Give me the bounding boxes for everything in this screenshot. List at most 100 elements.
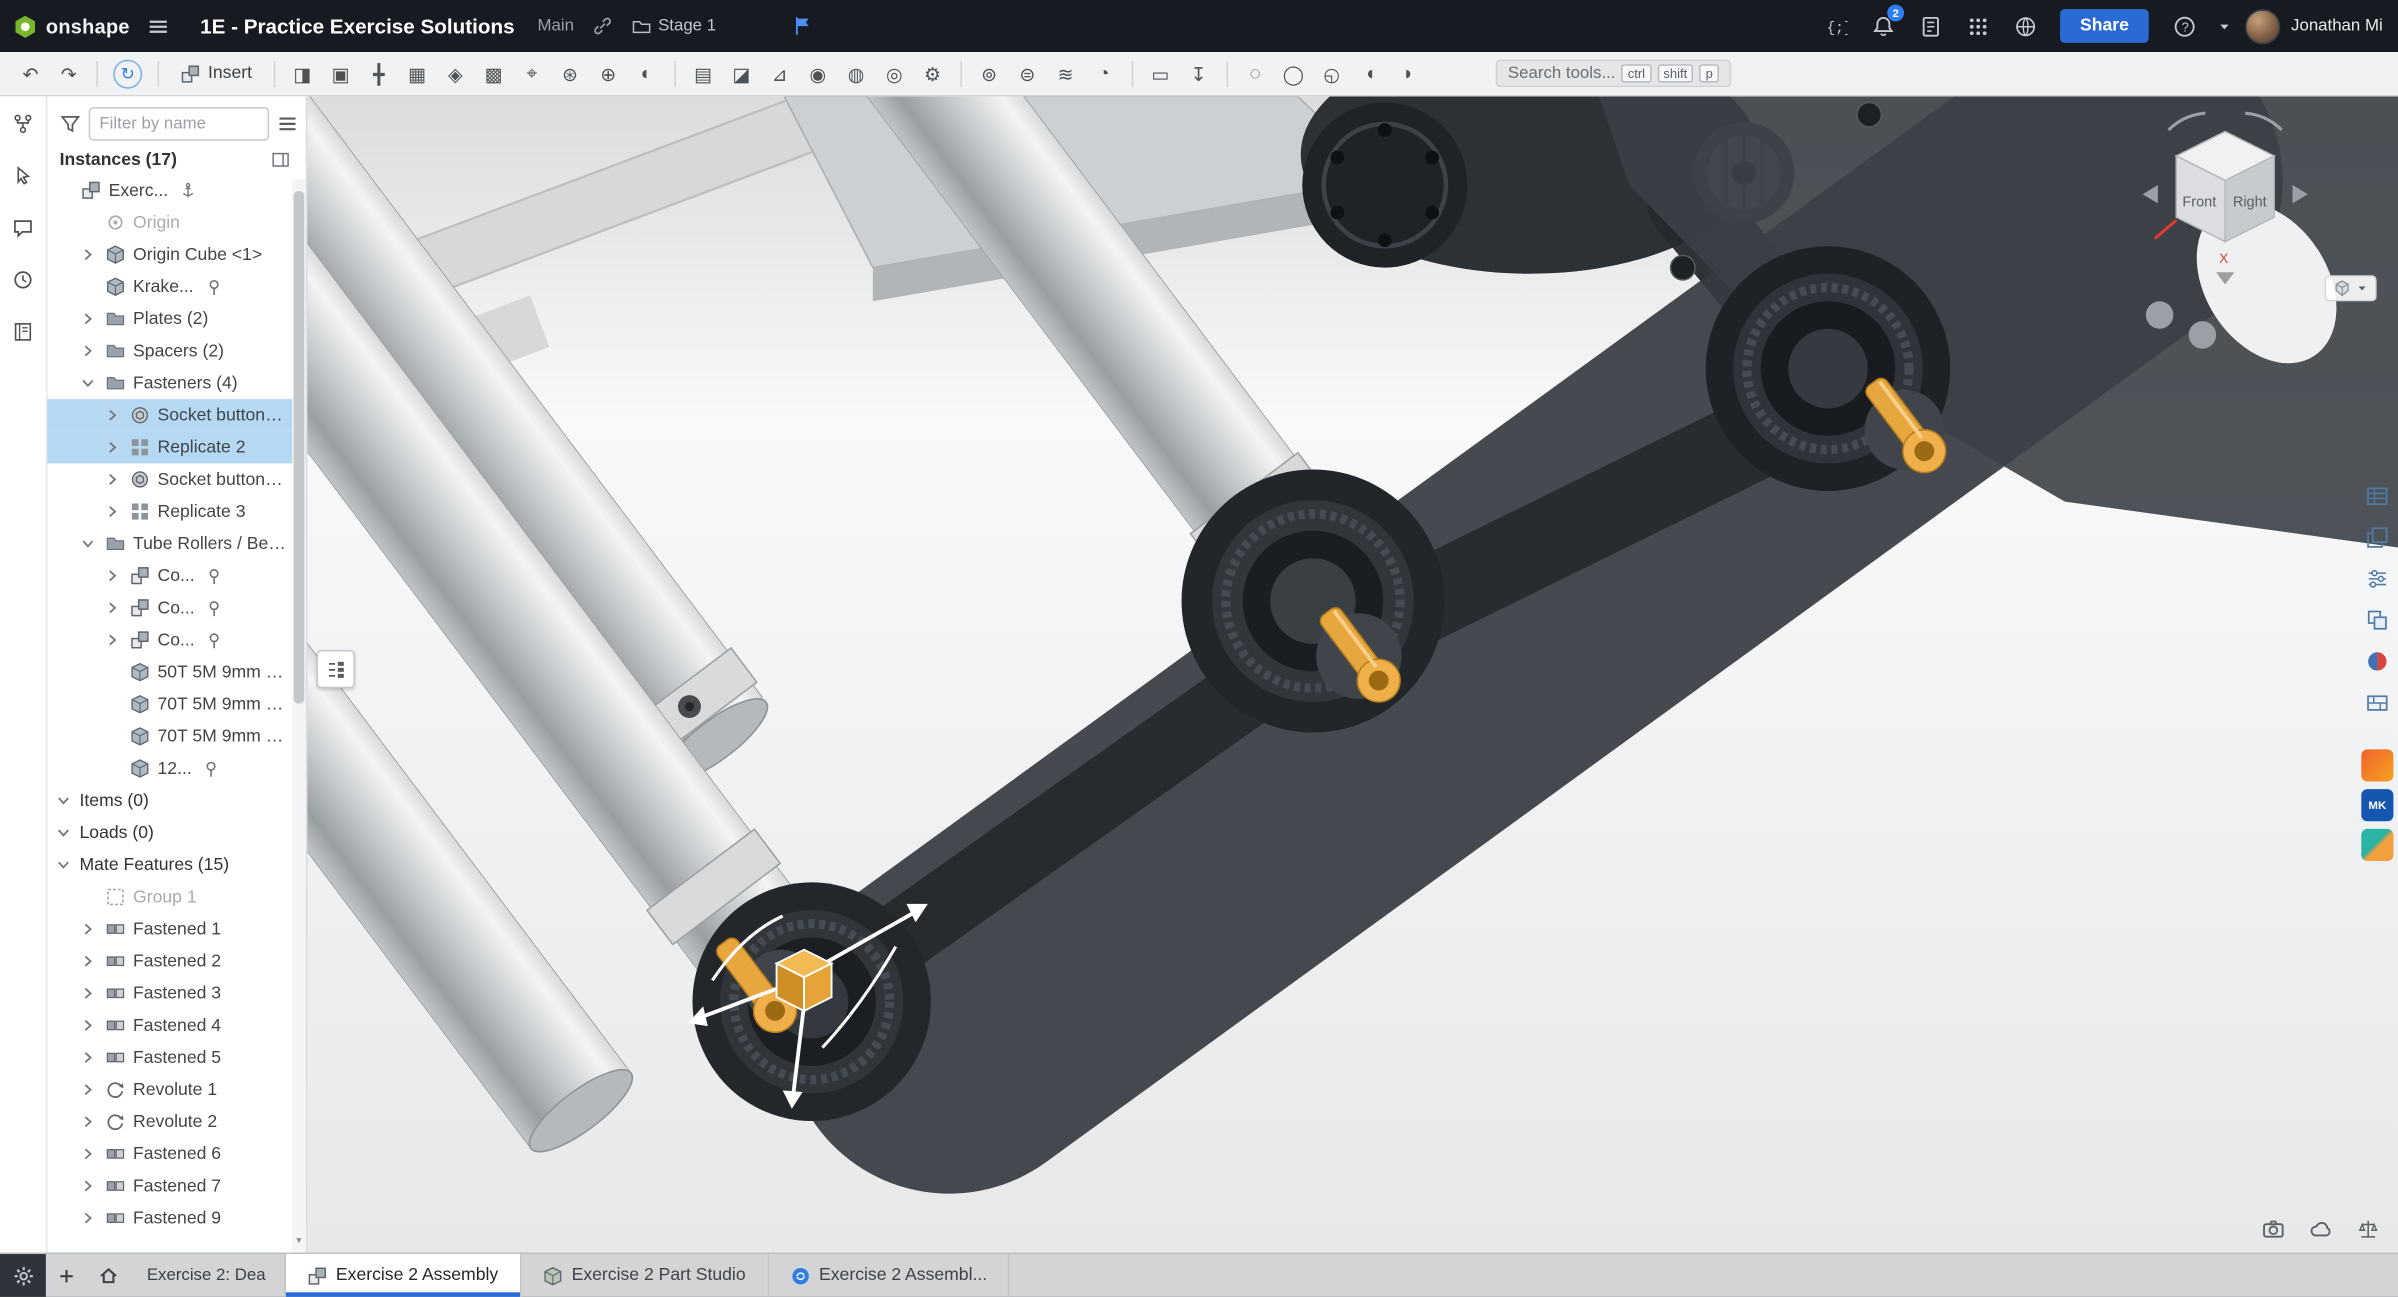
app-icon-gradient[interactable] — [2361, 829, 2393, 861]
chevron-right-icon[interactable] — [78, 1049, 98, 1066]
cloud-render-icon[interactable] — [2305, 1213, 2336, 1244]
onshape-logo[interactable]: onshape — [12, 13, 130, 39]
chevron-right-icon[interactable] — [102, 439, 122, 456]
tree-item-plates-2[interactable]: Plates (2) — [47, 303, 305, 335]
chevron-right-icon[interactable] — [78, 953, 98, 970]
tree-item-fastened-2[interactable]: Fastened 2 — [47, 945, 305, 977]
pulley-middle[interactable] — [1182, 470, 1445, 733]
chevron-right-icon[interactable] — [78, 1081, 98, 1098]
drawing-icon[interactable]: ▭ — [1142, 57, 1179, 91]
history-panel-icon[interactable] — [6, 265, 40, 296]
tree-item-fastened-9[interactable]: Fastened 9 — [47, 1202, 305, 1234]
tab-exercise-2-assembly[interactable]: Exercise 2 Assembly — [285, 1254, 521, 1297]
tree-item-mate-features-15[interactable]: Mate Features (15) — [47, 849, 305, 881]
tree-item-group-1[interactable]: Group 1 — [47, 881, 305, 913]
chevron-down-icon[interactable] — [54, 824, 74, 841]
rack-mate-icon[interactable]: ≋ — [1047, 57, 1084, 91]
assembly-canvas[interactable] — [307, 96, 2398, 1252]
add-tab-button[interactable] — [46, 1254, 87, 1297]
tree-item-socket-button-h[interactable]: Socket button h... — [47, 463, 305, 495]
configurations-icon[interactable]: ⚙ — [914, 57, 951, 91]
help-icon[interactable]: ? — [2166, 8, 2203, 45]
mate-connector-icon[interactable]: ╋ — [361, 57, 398, 91]
material-panel-icon[interactable] — [2360, 685, 2395, 719]
chevron-right-icon[interactable] — [78, 343, 98, 360]
chevron-right-icon[interactable] — [78, 1145, 98, 1162]
follow-flag-icon[interactable] — [785, 8, 822, 45]
tree-item-co[interactable]: Co... — [47, 624, 305, 656]
tree-item-origin-cube-1[interactable]: Origin Cube <1> — [47, 239, 305, 271]
tree-item-revolute-2[interactable]: Revolute 2 — [47, 1106, 305, 1138]
copies-panel-icon[interactable] — [2360, 520, 2395, 554]
export-icon[interactable]: ↧ — [1180, 57, 1217, 91]
rotate-right-arrow[interactable] — [2292, 185, 2307, 203]
orbit-ccw-arrow[interactable] — [2169, 113, 2206, 130]
chevron-right-icon[interactable] — [102, 567, 122, 584]
chevron-down-icon[interactable] — [78, 535, 98, 552]
tree-item-revolute-1[interactable]: Revolute 1 — [47, 1074, 305, 1106]
tree-item-fastened-3[interactable]: Fastened 3 — [47, 977, 305, 1009]
tree-item-50t-5m-9mm-w[interactable]: 50T 5M 9mm W... — [47, 656, 305, 688]
bom-panel-icon[interactable] — [2360, 479, 2395, 513]
release-notes-icon[interactable] — [1912, 8, 1949, 45]
chevron-right-icon[interactable] — [102, 632, 122, 649]
orbit-tool-icon[interactable]: ◵ — [1313, 57, 1350, 91]
filter-icon[interactable] — [60, 113, 81, 134]
redo-icon[interactable]: ↷ — [50, 57, 87, 91]
chevron-down-icon[interactable] — [54, 792, 74, 809]
cam-mate-icon[interactable]: ◔ — [1085, 57, 1122, 91]
tree-item-co[interactable]: Co... — [47, 560, 305, 592]
tree-item-fasteners-4[interactable]: Fasteners (4) — [47, 367, 305, 399]
filter-input[interactable] — [89, 107, 269, 141]
share-button[interactable]: Share — [2060, 9, 2149, 43]
branch-label[interactable]: Main — [537, 17, 573, 35]
measure-icon[interactable]: ⊿ — [761, 57, 798, 91]
named-views-panel-icon[interactable] — [2360, 603, 2395, 637]
circular-pattern-icon[interactable]: ◈ — [437, 57, 474, 91]
explode-view-icon[interactable]: ⊛ — [552, 57, 589, 91]
configuration-panel-icon[interactable] — [2360, 561, 2395, 595]
chevron-right-icon[interactable] — [78, 1017, 98, 1034]
tree-item-socket-button-h[interactable]: Socket button h... — [47, 399, 305, 431]
tree-item-exerc[interactable]: Exerc... — [47, 174, 305, 206]
home-tab-button[interactable] — [87, 1254, 128, 1297]
chevron-right-icon[interactable] — [102, 600, 122, 617]
chevron-right-icon[interactable] — [102, 503, 122, 520]
assembly-structure-button[interactable] — [317, 650, 355, 688]
view-cube-widget[interactable]: Front Right X — [2135, 109, 2377, 305]
tree-item-fastened-4[interactable]: Fastened 4 — [47, 1009, 305, 1041]
chevron-down-icon[interactable] — [78, 375, 98, 392]
help-menu-caret-icon[interactable] — [2213, 8, 2234, 45]
chevron-right-icon[interactable] — [78, 1210, 98, 1227]
replicate-icon[interactable]: ▩ — [475, 57, 512, 91]
featurescript-icon[interactable]: {;} — [1817, 8, 1854, 45]
spotlight-icon[interactable]: ◌ — [1237, 57, 1274, 91]
tab-exercise-2-assembl[interactable]: Exercise 2 Assembl... — [769, 1254, 1011, 1297]
tree-item-fastened-7[interactable]: Fastened 7 — [47, 1170, 305, 1202]
search-tools[interactable]: Search tools... ctrl shift p — [1496, 60, 1732, 88]
tree-item-items-0[interactable]: Items (0) — [47, 785, 305, 817]
panel-toggle-icon[interactable] — [271, 150, 291, 170]
tree-item-12[interactable]: 12... — [47, 752, 305, 784]
snapshot-icon[interactable] — [2257, 1213, 2288, 1244]
scrollbar-thumb[interactable] — [294, 191, 305, 703]
appearance-icon[interactable]: ◍ — [838, 57, 875, 91]
rotate-left-arrow[interactable] — [2143, 185, 2158, 203]
lens-right-icon[interactable]: ◗ — [1390, 57, 1427, 91]
update-linked-documents-icon[interactable]: ↻ — [113, 59, 142, 88]
gear-mate-icon[interactable]: ⊜ — [1009, 57, 1046, 91]
view-options-button[interactable] — [2325, 275, 2377, 301]
tree-item-fastened-5[interactable]: Fastened 5 — [47, 1041, 305, 1073]
selection-panel-icon[interactable] — [6, 161, 40, 192]
document-tab-partial[interactable]: Exercise 2: Dea — [128, 1254, 285, 1297]
list-view-icon[interactable] — [277, 113, 298, 134]
avatar[interactable] — [2245, 8, 2280, 43]
app-store-icon[interactable] — [1959, 8, 1996, 45]
chevron-right-icon[interactable] — [78, 1178, 98, 1195]
display-states-icon[interactable]: ◐ — [628, 57, 665, 91]
tree-item-replicate-2[interactable]: Replicate 2 — [47, 431, 305, 463]
mass-properties-icon[interactable]: ◉ — [799, 57, 836, 91]
notebook-panel-icon[interactable] — [6, 317, 40, 348]
group-icon[interactable]: ▣ — [322, 57, 359, 91]
app-icon-orange[interactable] — [2361, 749, 2393, 781]
